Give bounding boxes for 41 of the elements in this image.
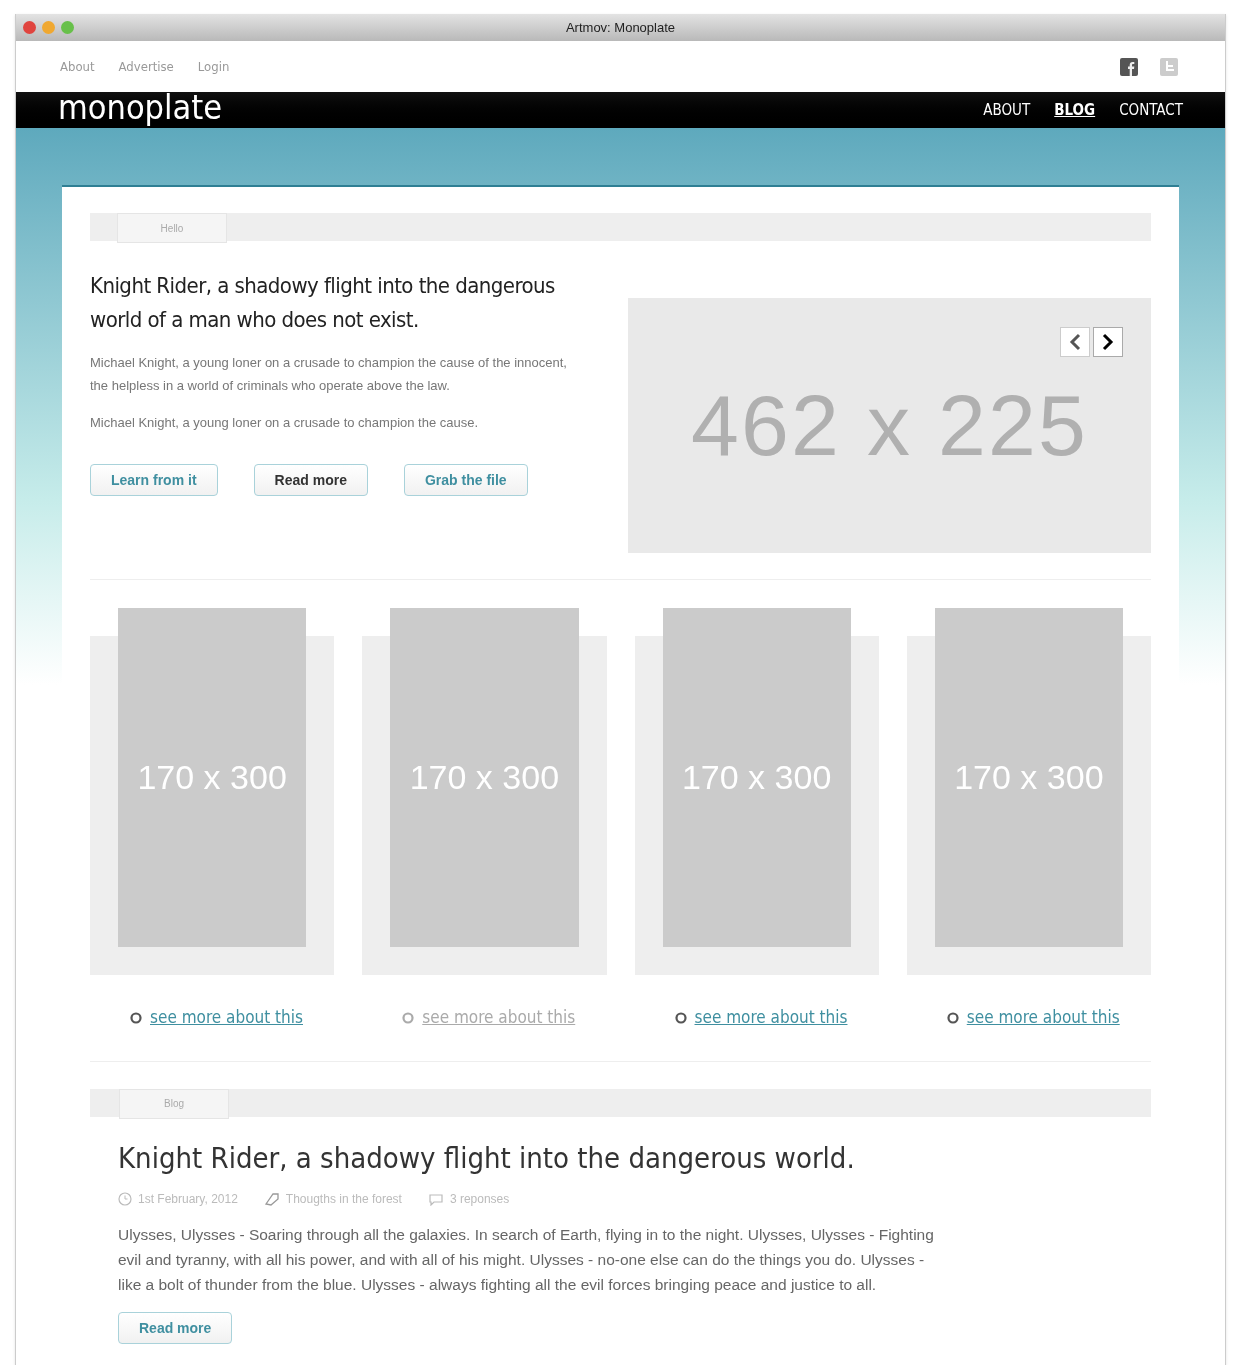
top-link[interactable]: Login (197, 56, 230, 77)
facebook-icon[interactable] (1120, 57, 1138, 76)
top-link[interactable]: Advertise (118, 56, 174, 77)
nav-link[interactable]: CONTACT (1119, 98, 1183, 122)
window-title: Artmov: Monoplate (564, 18, 677, 37)
more-link[interactable]: see more about this (966, 1005, 1120, 1031)
next-button[interactable] (1093, 327, 1123, 357)
more-link[interactable]: see more about this (694, 1005, 848, 1031)
section-tab[interactable]: Hello (117, 213, 227, 243)
hero-title: Knight Rider, a shadowy flight into the dangerous world of a man who does not exist. (90, 272, 556, 334)
placeholder-dimensions: 462 x 225 (690, 376, 1089, 475)
logo[interactable]: monoplate (58, 90, 223, 124)
post-meta: 3 reponses (449, 1191, 510, 1208)
action-button[interactable]: Learn from it (90, 464, 218, 496)
clock-icon (118, 1192, 132, 1206)
post-meta: Thougths in the forest (285, 1191, 402, 1208)
top-link[interactable]: About (60, 56, 95, 77)
nav-link[interactable]: BLOG (1054, 98, 1096, 122)
speech-bubble-icon (427, 1192, 444, 1206)
chevron-right-icon (1101, 333, 1115, 351)
bullet-icon (130, 1011, 142, 1024)
chevron-left-icon (1068, 333, 1082, 351)
hero-paragraph: Michael Knight, a young loner on a crusade to champion the cause. (90, 414, 480, 432)
post-meta: 1st February, 2012 (138, 1191, 238, 1208)
bullet-icon (946, 1011, 959, 1024)
tag-icon (263, 1192, 280, 1206)
twitter-icon[interactable] (1160, 57, 1178, 76)
post-title: Knight Rider, a shadowy flight into the dangerous world. (118, 1139, 856, 1177)
bullet-icon (402, 1011, 415, 1024)
action-button[interactable]: Read more (253, 464, 368, 496)
more-link[interactable]: see more about this (150, 1005, 303, 1031)
previous-button[interactable] (1060, 327, 1090, 357)
zoom-button[interactable] (61, 21, 74, 34)
close-button[interactable] (23, 21, 36, 34)
bullet-icon (674, 1011, 687, 1024)
section-tab[interactable]: Blog (119, 1088, 229, 1119)
read-more-button[interactable]: Read more (118, 1312, 233, 1344)
post-body: Ulysses, Ulysses - Soaring through all the galaxies. In search of Earth, flying in to the night. Ulysses, Ulysses - Fighting evil and tyranny, with all his power, and with all of his might. Ulysses - no-one else can do the things you do. Ulysses - like a bolt of thunder from the blue. Ulysses - always fighting all the evil forces bringing peace and justice to all. (118, 1225, 935, 1295)
nav-link[interactable]: ABOUT (983, 98, 1031, 122)
hero-paragraph: Michael Knight, a young loner on a crusade to champion the cause of the innocent, the helpless in a world of criminals who operate above the law. (90, 354, 568, 395)
action-button[interactable]: Grab the file (403, 464, 528, 496)
